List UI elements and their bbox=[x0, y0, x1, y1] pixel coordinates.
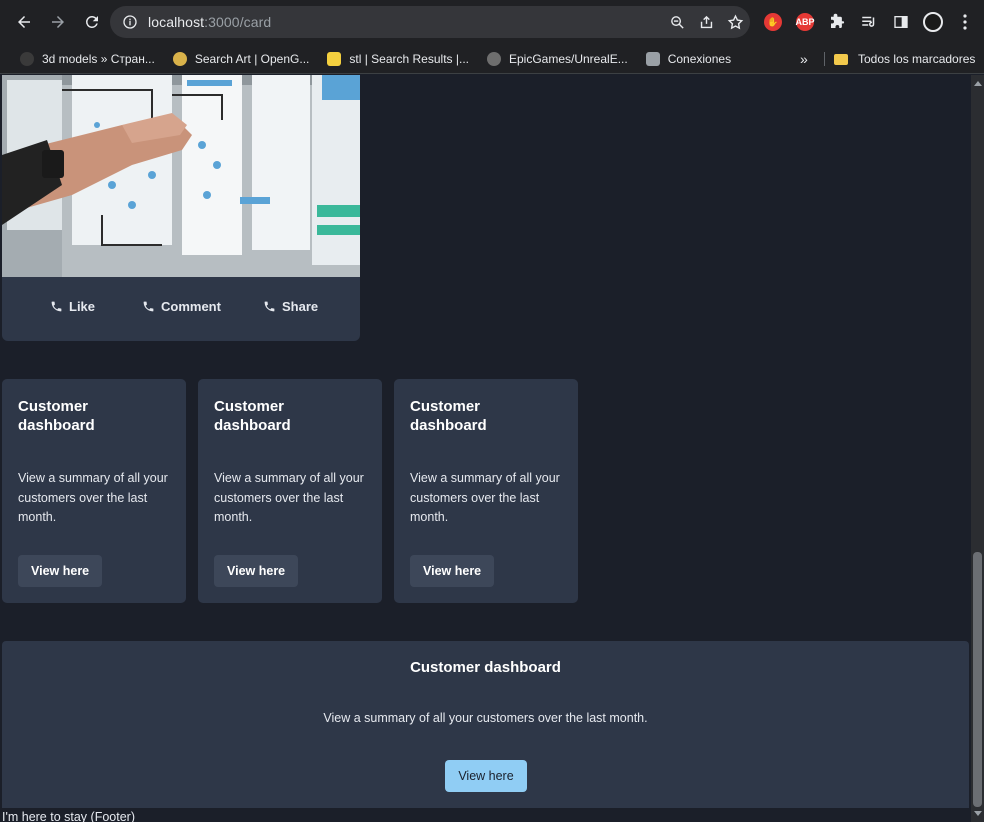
menu-kebab-icon[interactable] bbox=[954, 11, 976, 33]
profile-avatar[interactable] bbox=[922, 11, 944, 33]
zoom-out-icon[interactable] bbox=[669, 14, 686, 31]
bookmark-favicon bbox=[20, 51, 34, 66]
card-image bbox=[2, 75, 360, 277]
page-viewport: Like Comment Share Customer dashboard Vi… bbox=[0, 75, 971, 822]
view-here-button[interactable]: View here bbox=[214, 555, 299, 587]
dashboard-card: Customer dashboard View a summary of all… bbox=[198, 379, 382, 603]
card-title: Customer dashboard bbox=[214, 398, 291, 434]
card-text: View a summary of all your customers ove… bbox=[18, 471, 168, 524]
card-title: Customer dashboard bbox=[18, 398, 95, 434]
wide-card-title: Customer dashboard bbox=[410, 659, 561, 676]
view-here-button[interactable]: View here bbox=[18, 555, 103, 587]
adblock-extension-icon[interactable]: ABP bbox=[794, 11, 816, 33]
info-icon bbox=[123, 15, 137, 29]
address-bar[interactable]: localhost:3000/card bbox=[110, 6, 750, 38]
view-here-button[interactable]: View here bbox=[410, 555, 495, 587]
arrow-left-icon bbox=[18, 16, 30, 28]
forward-button[interactable] bbox=[42, 6, 74, 38]
puzzle-extensions-icon[interactable] bbox=[826, 11, 848, 33]
card-text: View a summary of all your customers ove… bbox=[214, 471, 364, 524]
media-card: Like Comment Share bbox=[2, 75, 360, 341]
epic-games-icon bbox=[645, 51, 660, 66]
bookmark-divider bbox=[824, 52, 825, 66]
wide-card-text: View a summary of all your customers ove… bbox=[323, 711, 648, 725]
bookmarks-bar: 3d models » Стран... Search Art | OpenG.… bbox=[0, 44, 984, 74]
bookmark-item[interactable]: stl | Search Results |... bbox=[317, 47, 477, 71]
bookmark-item[interactable]: Conexiones bbox=[636, 47, 739, 71]
media-actions-bar: Like Comment Share bbox=[2, 277, 360, 341]
github-icon bbox=[486, 51, 501, 66]
bookmark-item[interactable]: EpicGames/UnrealE... bbox=[477, 47, 636, 71]
scroll-down-arrow[interactable] bbox=[974, 811, 982, 816]
media-queue-icon[interactable] bbox=[858, 11, 880, 33]
card-text: View a summary of all your customers ove… bbox=[410, 471, 560, 524]
star-icon[interactable] bbox=[727, 13, 744, 31]
wide-dashboard-card: Customer dashboard View a summary of all… bbox=[2, 641, 969, 808]
bookmark-favicon bbox=[327, 51, 342, 66]
page-footer: I'm here to stay (Footer) bbox=[2, 810, 135, 822]
browser-toolbar: localhost:3000/card ✋ ABP bbox=[0, 0, 984, 44]
bookmark-favicon bbox=[172, 51, 187, 66]
reload-button[interactable] bbox=[76, 6, 108, 38]
stop-hand-extension-icon[interactable]: ✋ bbox=[762, 11, 784, 33]
arrow-right-icon bbox=[52, 16, 64, 28]
dashboard-card: Customer dashboard View a summary of all… bbox=[394, 379, 578, 603]
like-button[interactable]: Like bbox=[50, 299, 95, 314]
scrollbar-thumb[interactable] bbox=[973, 552, 982, 807]
url-text: localhost:3000/card bbox=[148, 14, 272, 30]
page-scrollbar[interactable] bbox=[971, 75, 984, 822]
phone-icon bbox=[264, 301, 275, 312]
phone-icon bbox=[51, 301, 62, 312]
phone-icon bbox=[143, 301, 154, 312]
back-button[interactable] bbox=[8, 6, 40, 38]
scroll-up-arrow[interactable] bbox=[974, 81, 982, 86]
share-icon[interactable] bbox=[698, 14, 715, 31]
comment-button[interactable]: Comment bbox=[142, 299, 221, 314]
all-bookmarks-button[interactable]: Todos los marcadores bbox=[834, 44, 975, 74]
card-title: Customer dashboard bbox=[410, 398, 487, 434]
dashboard-card: Customer dashboard View a summary of all… bbox=[2, 379, 186, 603]
side-panel-icon[interactable] bbox=[890, 11, 912, 33]
reload-icon bbox=[85, 15, 98, 28]
bookmark-item[interactable]: Search Art | OpenG... bbox=[163, 47, 318, 71]
bookmark-item[interactable]: 3d models » Стран... bbox=[0, 47, 163, 71]
share-button[interactable]: Share bbox=[263, 299, 318, 314]
more-bookmarks-button[interactable]: » bbox=[800, 44, 808, 74]
wide-view-here-button[interactable]: View here bbox=[445, 760, 527, 792]
folder-icon bbox=[834, 53, 848, 65]
